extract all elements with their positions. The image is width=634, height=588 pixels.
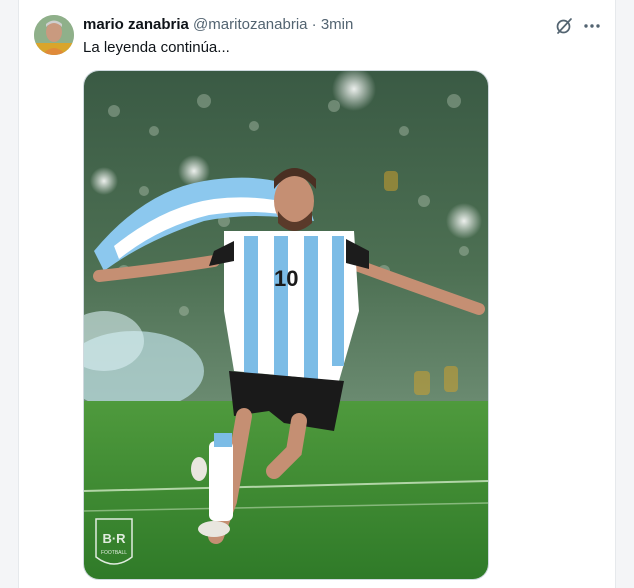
more-options-icon (584, 24, 600, 28)
watermark-sub: FOOTBALL (101, 550, 127, 556)
tweet-timestamp[interactable]: 3min (321, 16, 354, 33)
tweet-card[interactable]: mario zanabria @maritozanabria · 3min La… (18, 0, 616, 588)
grok-button[interactable] (553, 15, 575, 37)
author-name[interactable]: mario zanabria (83, 16, 189, 33)
author-handle[interactable]: @maritozanabria (193, 16, 307, 33)
watermark-letters: B·R (102, 531, 126, 546)
tweet-header: mario zanabria @maritozanabria · 3min (83, 15, 353, 35)
grok-icon (556, 18, 572, 34)
tweet-media-image[interactable]: 10 B·R FOOTBALL (83, 70, 489, 580)
tweet-text: La leyenda continúa... (83, 39, 230, 56)
more-options-button[interactable] (581, 15, 603, 37)
avatar-image (34, 15, 74, 55)
photo-player-celebrating: 10 B·R FOOTBALL (84, 71, 488, 579)
header-separator: · (311, 16, 317, 33)
jersey-number: 10 (274, 266, 298, 291)
user-avatar[interactable] (34, 15, 74, 55)
